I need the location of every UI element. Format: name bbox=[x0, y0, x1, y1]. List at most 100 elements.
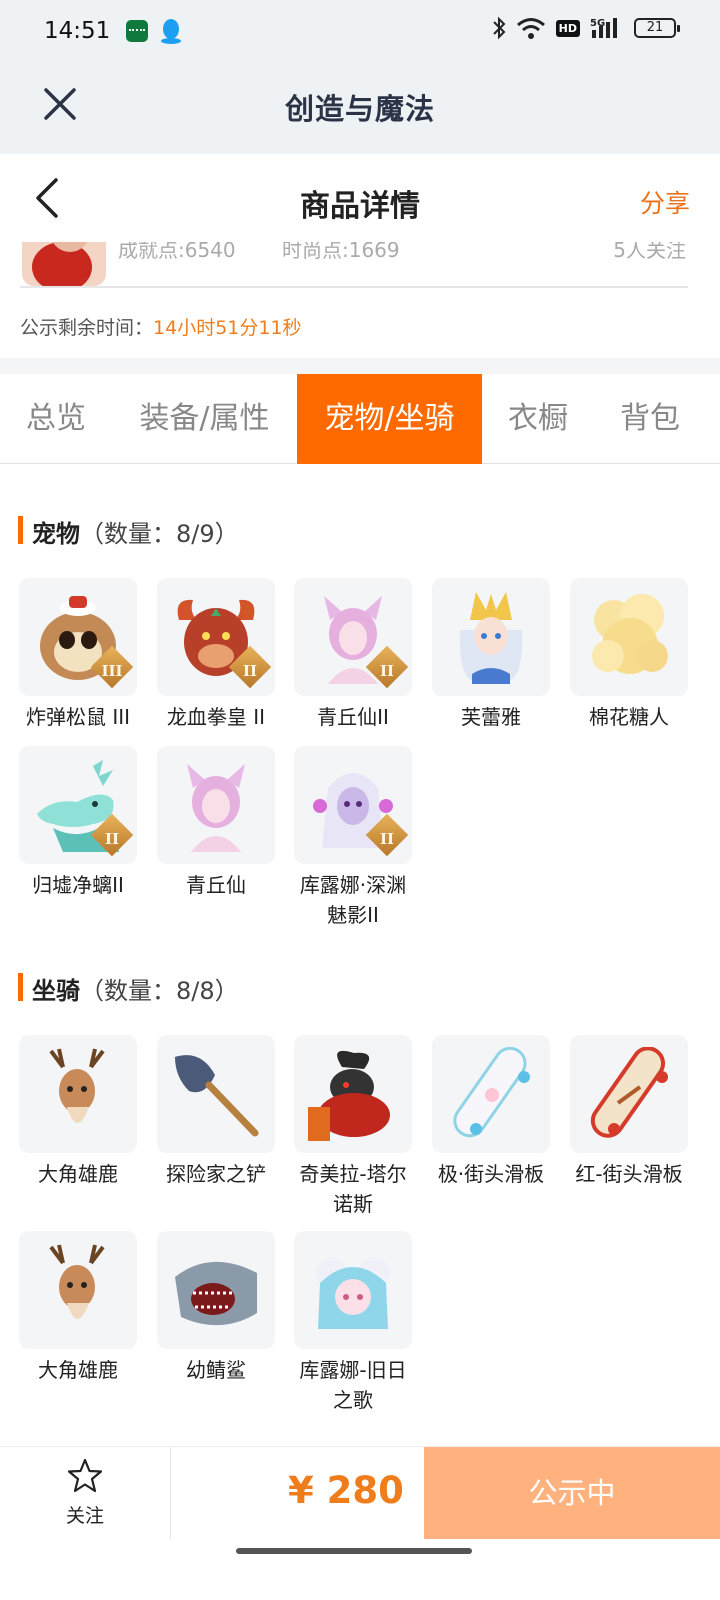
mount-item[interactable]: 红-街头滑板 bbox=[569, 1035, 689, 1189]
red-skateboard-mount-icon bbox=[590, 1047, 668, 1138]
item-name: 归墟净螭II bbox=[32, 873, 124, 897]
tab-overview[interactable]: 总览 bbox=[0, 374, 112, 464]
fashion-points: 时尚点:1669 bbox=[282, 242, 400, 262]
mount-item[interactable]: 大角雄鹿 bbox=[18, 1035, 138, 1189]
item-name: 龙血拳皇 II bbox=[166, 705, 266, 729]
great-stag-mount-icon bbox=[49, 1048, 105, 1123]
publicity-status-button[interactable]: 公示中 bbox=[424, 1447, 720, 1539]
app-header: 创造与魔法 bbox=[0, 64, 720, 154]
tab-wardrobe[interactable]: 衣橱 bbox=[482, 374, 594, 464]
divider bbox=[20, 286, 688, 288]
section-gap bbox=[0, 358, 720, 374]
mounts-section-title: 坐骑（数量：8/8） bbox=[18, 971, 239, 1006]
pet-item[interactable]: 芙蕾雅 bbox=[431, 578, 551, 732]
tab-bar: 总览 装备/属性 宠物/坐骑 衣橱 背包 bbox=[0, 374, 720, 464]
follower-count: 5人关注 bbox=[613, 242, 686, 262]
item-name: 奇美拉-塔尔诺斯 bbox=[299, 1162, 407, 1216]
pet-thumbnail: II bbox=[19, 746, 137, 864]
young-shark-mount-icon bbox=[175, 1261, 257, 1326]
notification-app-icon bbox=[126, 20, 148, 42]
freya-pet-icon bbox=[459, 592, 523, 684]
home-indicator[interactable] bbox=[236, 1548, 472, 1554]
pet-item[interactable]: II 青丘仙II bbox=[293, 578, 413, 732]
mount-item[interactable]: 大角雄鹿 bbox=[18, 1231, 138, 1385]
grade-label: II bbox=[242, 662, 258, 680]
battery-icon: 21 bbox=[634, 18, 680, 38]
mounts-title: 坐骑 bbox=[32, 977, 80, 1005]
skateboard-mount-icon bbox=[453, 1047, 530, 1138]
tab-backpack[interactable]: 背包 bbox=[594, 374, 706, 464]
pet-item[interactable]: III 炸弹松鼠 III bbox=[18, 578, 138, 732]
grade-label: II bbox=[104, 830, 120, 848]
seller-info: 成就点:6540 时尚点:1669 5人关注 bbox=[0, 242, 720, 288]
pets-title: 宠物 bbox=[32, 520, 80, 548]
qq-penguin-icon bbox=[161, 19, 181, 44]
item-name: 极·街头滑板 bbox=[437, 1162, 545, 1186]
item-name: 库露娜·深渊魅影II bbox=[299, 873, 407, 927]
pets-count: （数量：8/9） bbox=[80, 520, 239, 548]
pet-item[interactable]: II 龙血拳皇 II bbox=[156, 578, 276, 732]
status-bar: 14:51 HD 5G 21 bbox=[0, 0, 720, 64]
follow-label: 关注 bbox=[65, 1505, 104, 1527]
mount-item[interactable]: 奇美拉-塔尔诺斯 bbox=[293, 1035, 413, 1219]
signal-5g-icon: 5G bbox=[590, 18, 617, 38]
star-icon bbox=[67, 1458, 103, 1493]
publicity-remaining: 公示剩余时间：14小时51分11秒 bbox=[20, 313, 302, 340]
price: ¥ 280 bbox=[288, 1469, 404, 1512]
share-button[interactable]: 分享 bbox=[640, 184, 690, 220]
fox-spirit-pet-icon bbox=[187, 764, 245, 852]
pet-item[interactable]: II 库露娜·深渊魅影II bbox=[293, 746, 413, 930]
bottom-action-bar: 关注 ¥ 280 公示中 bbox=[0, 1446, 720, 1539]
grade-label: III bbox=[101, 662, 123, 680]
mount-item[interactable]: 库露娜-旧日之歌 bbox=[293, 1231, 413, 1415]
follow-button[interactable]: 关注 bbox=[40, 1457, 130, 1528]
page-title: 商品详情 bbox=[300, 189, 420, 224]
nav-bar: 商品详情 分享 bbox=[0, 154, 720, 242]
item-name: 大角雄鹿 bbox=[38, 1358, 118, 1382]
seller-avatar bbox=[22, 242, 106, 286]
pet-item[interactable]: II 归墟净螭II bbox=[18, 746, 138, 900]
pet-thumbnail: II bbox=[157, 578, 275, 696]
publicity-countdown: 14小时51分11秒 bbox=[153, 317, 302, 339]
pet-item[interactable]: 棉花糖人 bbox=[569, 578, 689, 732]
mount-item[interactable]: 幼鲭鲨 bbox=[156, 1231, 276, 1385]
item-name: 青丘仙II bbox=[317, 705, 389, 729]
mount-thumbnail bbox=[570, 1035, 688, 1153]
item-name: 库露娜-旧日之歌 bbox=[299, 1358, 407, 1412]
mount-thumbnail bbox=[19, 1231, 137, 1349]
item-name: 幼鲭鲨 bbox=[186, 1358, 246, 1382]
item-name: 探险家之铲 bbox=[166, 1162, 266, 1186]
publicity-label: 公示剩余时间： bbox=[20, 317, 154, 339]
chimera-mount-icon bbox=[308, 1050, 390, 1141]
explorer-shovel-mount-icon bbox=[175, 1055, 259, 1137]
tab-equipment[interactable]: 装备/属性 bbox=[112, 374, 297, 464]
item-name: 芙蕾雅 bbox=[461, 705, 521, 729]
item-name: 青丘仙 bbox=[186, 873, 246, 897]
mount-item[interactable]: 探险家之铲 bbox=[156, 1035, 276, 1189]
pet-thumbnail bbox=[157, 746, 275, 864]
pet-thumbnail: II bbox=[294, 746, 412, 864]
pet-thumbnail: II bbox=[294, 578, 412, 696]
pet-item[interactable]: 青丘仙 bbox=[156, 746, 276, 900]
pet-thumbnail: III bbox=[19, 578, 137, 696]
marshmallow-man-pet-icon bbox=[592, 594, 668, 674]
bluetooth-icon bbox=[492, 16, 506, 40]
pet-thumbnail bbox=[432, 578, 550, 696]
mount-thumbnail bbox=[432, 1035, 550, 1153]
mount-thumbnail bbox=[19, 1035, 137, 1153]
pets-section-title: 宠物（数量：8/9） bbox=[18, 514, 239, 549]
item-name: 大角雄鹿 bbox=[38, 1162, 118, 1186]
mount-thumbnail bbox=[294, 1231, 412, 1349]
mount-thumbnail bbox=[294, 1035, 412, 1153]
divider bbox=[170, 1447, 171, 1539]
mount-item[interactable]: 极·街头滑板 bbox=[431, 1035, 551, 1189]
app-title: 创造与魔法 bbox=[284, 92, 435, 126]
mounts-count: （数量：8/8） bbox=[80, 977, 239, 1005]
item-name: 棉花糖人 bbox=[589, 705, 669, 729]
achievement-points: 成就点:6540 bbox=[118, 242, 236, 262]
hd-icon: HD bbox=[555, 19, 580, 37]
tab-pets-mounts[interactable]: 宠物/坐骑 bbox=[297, 374, 482, 464]
great-stag-mount-icon bbox=[49, 1244, 105, 1319]
mount-thumbnail bbox=[157, 1035, 275, 1153]
item-name: 炸弹松鼠 III bbox=[25, 705, 131, 729]
